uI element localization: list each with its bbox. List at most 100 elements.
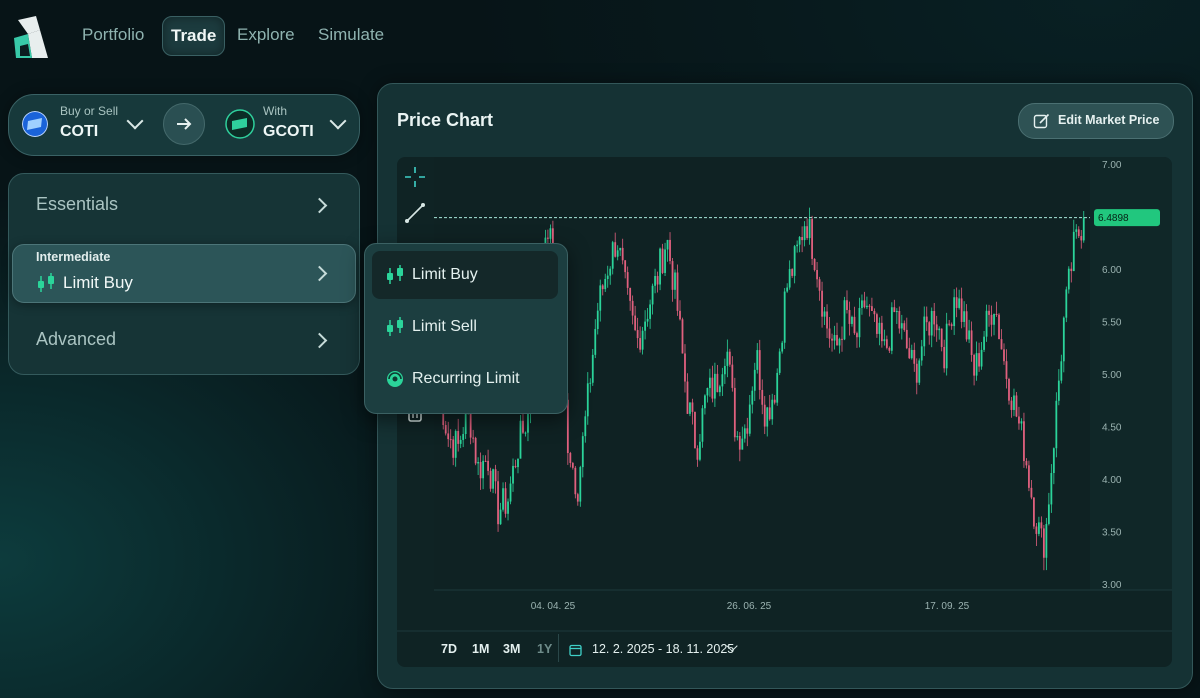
candle-body [756, 350, 759, 370]
candle-body [651, 285, 654, 305]
candle-body [484, 460, 487, 462]
advanced-label: Advanced [36, 329, 117, 349]
y-tick-label: 5.00 [1102, 370, 1122, 381]
candle-body [823, 311, 826, 317]
candle-body [624, 260, 627, 273]
candle-body [487, 460, 489, 471]
candle-body [783, 291, 786, 343]
candle-body [895, 310, 898, 313]
candle-body [1050, 473, 1053, 505]
candle-body [858, 307, 861, 338]
candle-body [1042, 528, 1045, 558]
candle-body [586, 383, 589, 417]
candle-body [626, 272, 629, 288]
candle-body [502, 488, 504, 510]
dropdown-item-recurring-limit[interactable]: Recurring Limit [372, 355, 558, 403]
candle-body [883, 339, 886, 342]
candle-body [796, 244, 799, 247]
toolbar-divider [558, 634, 559, 662]
candle-body [723, 365, 726, 375]
candle-body [666, 239, 669, 250]
candle-body [928, 322, 931, 336]
candle-body [609, 268, 612, 276]
strategy-essentials[interactable]: Essentials [8, 177, 358, 231]
swap-direction-button[interactable] [163, 103, 205, 145]
candle-body [975, 353, 978, 376]
to-caption: With [263, 104, 287, 118]
candle-body [998, 314, 1000, 340]
candle-body [953, 297, 956, 327]
candle-body [1003, 349, 1005, 362]
candle-body [479, 462, 482, 479]
candle-body [664, 249, 666, 273]
candle-body [524, 432, 527, 434]
candle-body [686, 381, 689, 414]
candle-body [786, 287, 789, 292]
nav-tab-simulate[interactable]: Simulate [310, 16, 392, 54]
candle-body [581, 436, 584, 468]
candle-body [943, 346, 946, 369]
candle-body [606, 275, 609, 280]
candle-body [713, 373, 716, 399]
candle-body [444, 424, 447, 434]
candle-body [474, 437, 477, 464]
candle-body [908, 348, 911, 359]
candle-body [801, 237, 804, 241]
candle-body [631, 300, 634, 316]
candle-body [913, 349, 916, 364]
app-logo[interactable] [14, 16, 50, 60]
range-1m-button[interactable]: 1M [472, 642, 489, 656]
to-coin-selector[interactable] [225, 108, 255, 140]
trend-line-icon[interactable] [403, 201, 427, 225]
candle-body [988, 310, 990, 315]
date-range-picker[interactable]: 12. 2. 2025 - 18. 11. 2025 [569, 637, 749, 661]
candle-body [681, 319, 684, 354]
crosshair-icon[interactable] [403, 165, 427, 189]
candle-body [918, 360, 921, 383]
candle-body [449, 439, 452, 441]
candle-body [1035, 526, 1038, 534]
dropdown-item-limit-buy[interactable]: Limit Buy [372, 251, 558, 299]
candle-body [940, 328, 943, 347]
nav-tab-trade[interactable]: Trade [162, 16, 226, 56]
dropdown-item-limit-sell[interactable]: Limit Sell [372, 303, 558, 351]
candle-body [472, 437, 475, 439]
candle-body [497, 481, 499, 525]
y-tick-label: 6.00 [1102, 265, 1122, 276]
range-1y-button[interactable]: 1Y [537, 642, 552, 656]
candle-body [806, 226, 809, 239]
candle-body [599, 285, 602, 311]
candle-body [898, 310, 901, 329]
edit-market-price-button[interactable]: Edit Market Price [1018, 103, 1174, 139]
candle-body [803, 226, 806, 241]
edit-icon [1033, 113, 1050, 129]
candle-body [547, 237, 549, 239]
y-tick-label: 5.50 [1102, 318, 1122, 329]
range-3m-button[interactable]: 3M [503, 642, 520, 656]
candle-body [709, 377, 711, 389]
candle-body [579, 467, 582, 502]
candle-body [955, 297, 958, 308]
candle-body [841, 338, 843, 340]
candle-body [1018, 416, 1020, 424]
candle-body [591, 354, 594, 383]
candle-body [1037, 522, 1040, 534]
candle-body [968, 330, 971, 340]
candle-body [589, 382, 592, 384]
candle-body [674, 272, 676, 290]
y-tick-label: 3.00 [1102, 580, 1122, 591]
nav-tab-explore[interactable]: Explore [229, 16, 303, 54]
intermediate-value: Limit Buy [63, 273, 133, 292]
range-7d-button[interactable]: 7D [441, 642, 457, 656]
candle-body [619, 247, 622, 251]
strategy-advanced[interactable]: Advanced [8, 312, 358, 366]
candle-body [716, 373, 719, 393]
candles-icon [387, 317, 403, 336]
nav-tab-portfolio[interactable]: Portfolio [74, 16, 152, 54]
candle-body [793, 246, 796, 276]
y-tick-label: 4.00 [1102, 475, 1122, 486]
candle-body [990, 314, 993, 325]
candle-body [743, 428, 746, 439]
candle-body [958, 298, 961, 308]
candle-body [933, 310, 936, 325]
